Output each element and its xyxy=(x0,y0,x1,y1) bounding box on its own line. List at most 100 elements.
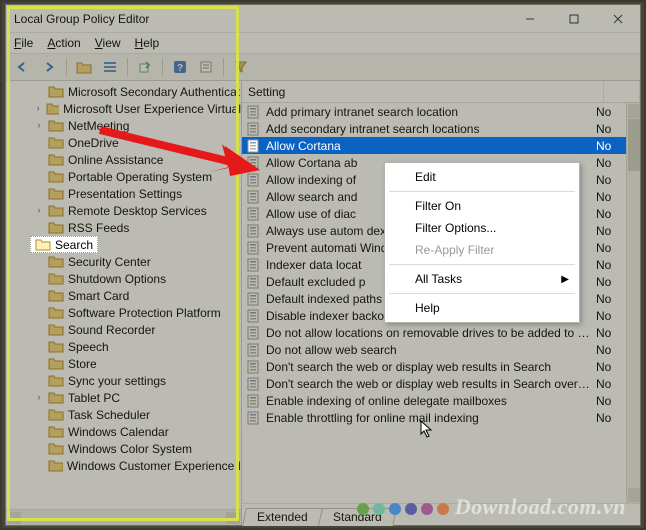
tree-item[interactable]: Presentation Settings xyxy=(6,185,241,202)
svg-text:?: ? xyxy=(177,63,183,74)
tree-item-label: Windows Color System xyxy=(68,442,192,456)
policy-row-state: No xyxy=(594,275,626,289)
context-menu-item[interactable]: Help xyxy=(387,297,577,319)
tree-item[interactable]: Sound Recorder xyxy=(6,321,241,338)
help-icon[interactable]: ? xyxy=(169,56,191,78)
column-setting[interactable]: Setting xyxy=(242,81,604,102)
policy-row[interactable]: Add primary intranet search locationNo xyxy=(242,103,626,120)
scroll-thumb[interactable] xyxy=(628,119,640,171)
tree-item[interactable]: Speech xyxy=(6,338,241,355)
tree-item[interactable]: Security Center xyxy=(6,253,241,270)
folder-icon[interactable] xyxy=(73,56,95,78)
expander-icon[interactable]: › xyxy=(34,206,44,215)
menu-help[interactable]: Help xyxy=(135,36,160,50)
expander-icon[interactable]: › xyxy=(34,104,42,113)
list-header: Setting xyxy=(242,81,640,103)
expander-icon[interactable]: › xyxy=(34,393,44,402)
policy-row-text: Enable indexing of online delegate mailb… xyxy=(266,394,590,408)
context-menu-item-label: Filter Options... xyxy=(415,221,496,235)
window-title: Local Group Policy Editor xyxy=(14,12,508,26)
policy-row[interactable]: Add secondary intranet search locations N… xyxy=(242,120,626,137)
list-view-icon[interactable] xyxy=(99,56,121,78)
policy-row-state: No xyxy=(594,394,626,408)
policy-row-state: No xyxy=(594,309,626,323)
tree-item[interactable]: ›Microsoft User Experience Virtual xyxy=(6,100,241,117)
tree-item-label: Online Assistance xyxy=(68,153,163,167)
forward-icon[interactable] xyxy=(38,56,60,78)
tree-item[interactable]: Task Scheduler xyxy=(6,406,241,423)
tree-item[interactable]: Windows Color System xyxy=(6,440,241,457)
menu-action[interactable]: Action xyxy=(47,36,80,50)
policy-row-text: Do not allow web search xyxy=(266,343,590,357)
tree-item[interactable]: Windows Calendar xyxy=(6,423,241,440)
tab-standard[interactable]: Standard xyxy=(318,508,397,526)
column-state[interactable] xyxy=(604,81,640,102)
policy-row-state: No xyxy=(594,343,626,357)
context-menu-item[interactable]: All Tasks▶ xyxy=(387,268,577,290)
context-menu-item[interactable]: Filter On xyxy=(387,195,577,217)
tree-item[interactable]: Windows Customer Experience I xyxy=(6,457,241,474)
tree-item[interactable]: Store xyxy=(6,355,241,372)
context-menu-separator xyxy=(389,264,575,265)
tree-item[interactable]: OneDrive xyxy=(6,134,241,151)
tree-item-label: Presentation Settings xyxy=(68,187,182,201)
context-menu-item[interactable]: Filter Options... xyxy=(387,217,577,239)
tree-item[interactable]: Software Protection Platform xyxy=(6,304,241,321)
tree-pane: Microsoft Secondary Authenticat›Microsof… xyxy=(6,81,242,525)
context-menu-item-label: Edit xyxy=(415,170,436,184)
policy-row-state: No xyxy=(594,326,626,340)
tree-item[interactable]: Smart Card xyxy=(6,287,241,304)
tree-item[interactable]: Shutdown Options xyxy=(6,270,241,287)
policy-row[interactable]: Do not allow locations on removable driv… xyxy=(242,324,626,341)
policy-setting-icon xyxy=(246,258,262,272)
policy-setting-icon xyxy=(246,309,262,323)
policy-row[interactable]: Enable throttling for online mail indexi… xyxy=(242,409,626,426)
filter-icon[interactable] xyxy=(230,56,252,78)
scroll-down-icon[interactable] xyxy=(628,488,640,502)
tree-item[interactable]: › Tablet PC xyxy=(6,389,241,406)
tree-item-label: Tablet PC xyxy=(68,391,120,405)
minimize-button[interactable] xyxy=(508,5,552,32)
policy-row-text: Add primary intranet search location xyxy=(266,105,590,119)
maximize-button[interactable] xyxy=(552,5,596,32)
export-icon[interactable] xyxy=(134,56,156,78)
tree-item-label: Windows Calendar xyxy=(68,425,169,439)
back-icon[interactable] xyxy=(12,56,34,78)
policy-row[interactable]: Don't search the web or display web resu… xyxy=(242,358,626,375)
policy-row-text: Add secondary intranet search locations xyxy=(266,122,590,136)
tree-hscrollbar[interactable] xyxy=(6,509,241,525)
policy-row[interactable]: Allow CortanaNo xyxy=(242,137,626,154)
policy-setting-icon xyxy=(246,326,262,340)
context-menu-item[interactable]: Edit xyxy=(387,166,577,188)
context-menu-item-label: Filter On xyxy=(415,199,461,213)
tree-item[interactable]: Portable Operating System xyxy=(6,168,241,185)
policy-setting-icon xyxy=(246,275,262,289)
tree-item[interactable]: Online Assistance xyxy=(6,151,241,168)
tree-item[interactable]: Microsoft Secondary Authenticat xyxy=(6,83,241,100)
tree-item-label: Smart Card xyxy=(68,289,129,303)
properties-icon[interactable] xyxy=(195,56,217,78)
context-menu-item-label: All Tasks xyxy=(415,272,462,286)
list-vscrollbar[interactable] xyxy=(626,103,640,503)
expander-icon[interactable]: › xyxy=(34,121,44,130)
tree-item-label: Portable Operating System xyxy=(68,170,212,184)
tree-item[interactable]: ›NetMeeting xyxy=(6,117,241,134)
context-menu-item-label: Help xyxy=(415,301,440,315)
tree-item-label: Software Protection Platform xyxy=(68,306,221,320)
tree-item[interactable]: Sync your settings xyxy=(6,372,241,389)
policy-row[interactable]: Don't search the web or display web resu… xyxy=(242,375,626,392)
menu-file[interactable]: File xyxy=(14,36,33,50)
policy-row[interactable]: Do not allow web search No xyxy=(242,341,626,358)
context-menu-separator xyxy=(389,293,575,294)
policy-setting-icon xyxy=(246,224,262,238)
tree-item[interactable]: Search xyxy=(6,236,241,253)
menu-view[interactable]: View xyxy=(95,36,121,50)
tree-item[interactable]: › Remote Desktop Services xyxy=(6,202,241,219)
tree-item-label: Remote Desktop Services xyxy=(68,204,207,218)
tree-item[interactable]: RSS Feeds xyxy=(6,219,241,236)
policy-row-state: No xyxy=(594,122,626,136)
policy-row[interactable]: Enable indexing of online delegate mailb… xyxy=(242,392,626,409)
tab-extended[interactable]: Extended xyxy=(242,508,323,526)
close-button[interactable] xyxy=(596,5,640,32)
scroll-up-icon[interactable] xyxy=(628,104,640,118)
